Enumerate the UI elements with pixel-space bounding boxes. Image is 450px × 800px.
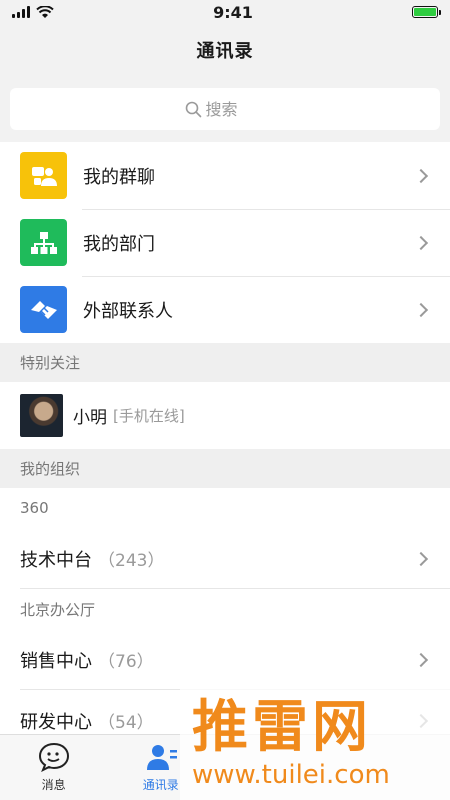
wifi-icon	[36, 5, 54, 18]
tab-bar: 消息 通讯录	[0, 734, 450, 800]
menu-item-label: 我的部门	[83, 233, 155, 255]
section-header-favorites: 特别关注	[0, 343, 450, 382]
search-icon	[185, 101, 201, 117]
contacts-icon	[146, 745, 177, 770]
chevron-right-icon	[413, 551, 429, 566]
menu-list: 我的群聊 我的部门 外部联系人	[0, 142, 450, 343]
search-input[interactable]	[205, 99, 266, 119]
status-bar: 9:41	[0, 0, 450, 24]
org-item-sales-center[interactable]: 销售中心 （76）	[0, 629, 450, 690]
menu-item-departments[interactable]: 我的部门	[0, 209, 450, 276]
org-item-label: 技术中台	[20, 549, 92, 571]
divider	[20, 588, 450, 589]
contact-name: 小明	[73, 408, 107, 428]
menu-item-group-chats[interactable]: 我的群聊	[0, 142, 450, 209]
battery-icon	[411, 6, 441, 18]
contact-row[interactable]: 小明 [手机在线]	[0, 382, 450, 449]
department-tree-icon	[20, 219, 67, 266]
signal-icon	[12, 6, 30, 18]
group-chat-icon	[20, 152, 67, 199]
chevron-right-icon	[413, 652, 429, 667]
chevron-right-icon	[413, 302, 429, 317]
org-item-tech-platform[interactable]: 技术中台 （243）	[0, 528, 450, 589]
chevron-right-icon	[413, 168, 429, 183]
navigation-bar: 通讯录	[0, 24, 450, 76]
tab-label: 消息	[41, 778, 66, 792]
avatar	[20, 394, 63, 437]
handshake-icon	[20, 286, 67, 333]
chevron-right-icon	[413, 713, 429, 728]
menu-item-external-contacts[interactable]: 外部联系人	[0, 276, 450, 343]
page-title: 通讯录	[196, 41, 254, 62]
contact-status: [手机在线]	[113, 407, 185, 425]
search-box[interactable]	[10, 88, 440, 130]
org-item-label: 销售中心	[20, 650, 92, 672]
org-item-count: （243）	[98, 551, 165, 571]
chat-bubble-icon	[38, 742, 69, 772]
org-item-label: 研发中心	[20, 711, 92, 733]
section-header-my-org: 我的组织	[0, 449, 450, 488]
org-item-count: （54）	[98, 713, 154, 733]
org-item-count: （76）	[98, 652, 154, 672]
tab-contacts[interactable]: 通讯录	[107, 735, 214, 800]
menu-item-label: 外部联系人	[83, 300, 173, 322]
search-area	[0, 76, 450, 142]
chevron-right-icon	[413, 235, 429, 250]
org-group-label: 360	[0, 488, 450, 528]
tab-label: 通讯录	[142, 778, 179, 792]
tab-messages[interactable]: 消息	[0, 735, 107, 800]
menu-item-label: 我的群聊	[83, 166, 155, 188]
status-time: 9:41	[213, 2, 253, 22]
org-group-label: 北京办公厅	[0, 589, 450, 629]
